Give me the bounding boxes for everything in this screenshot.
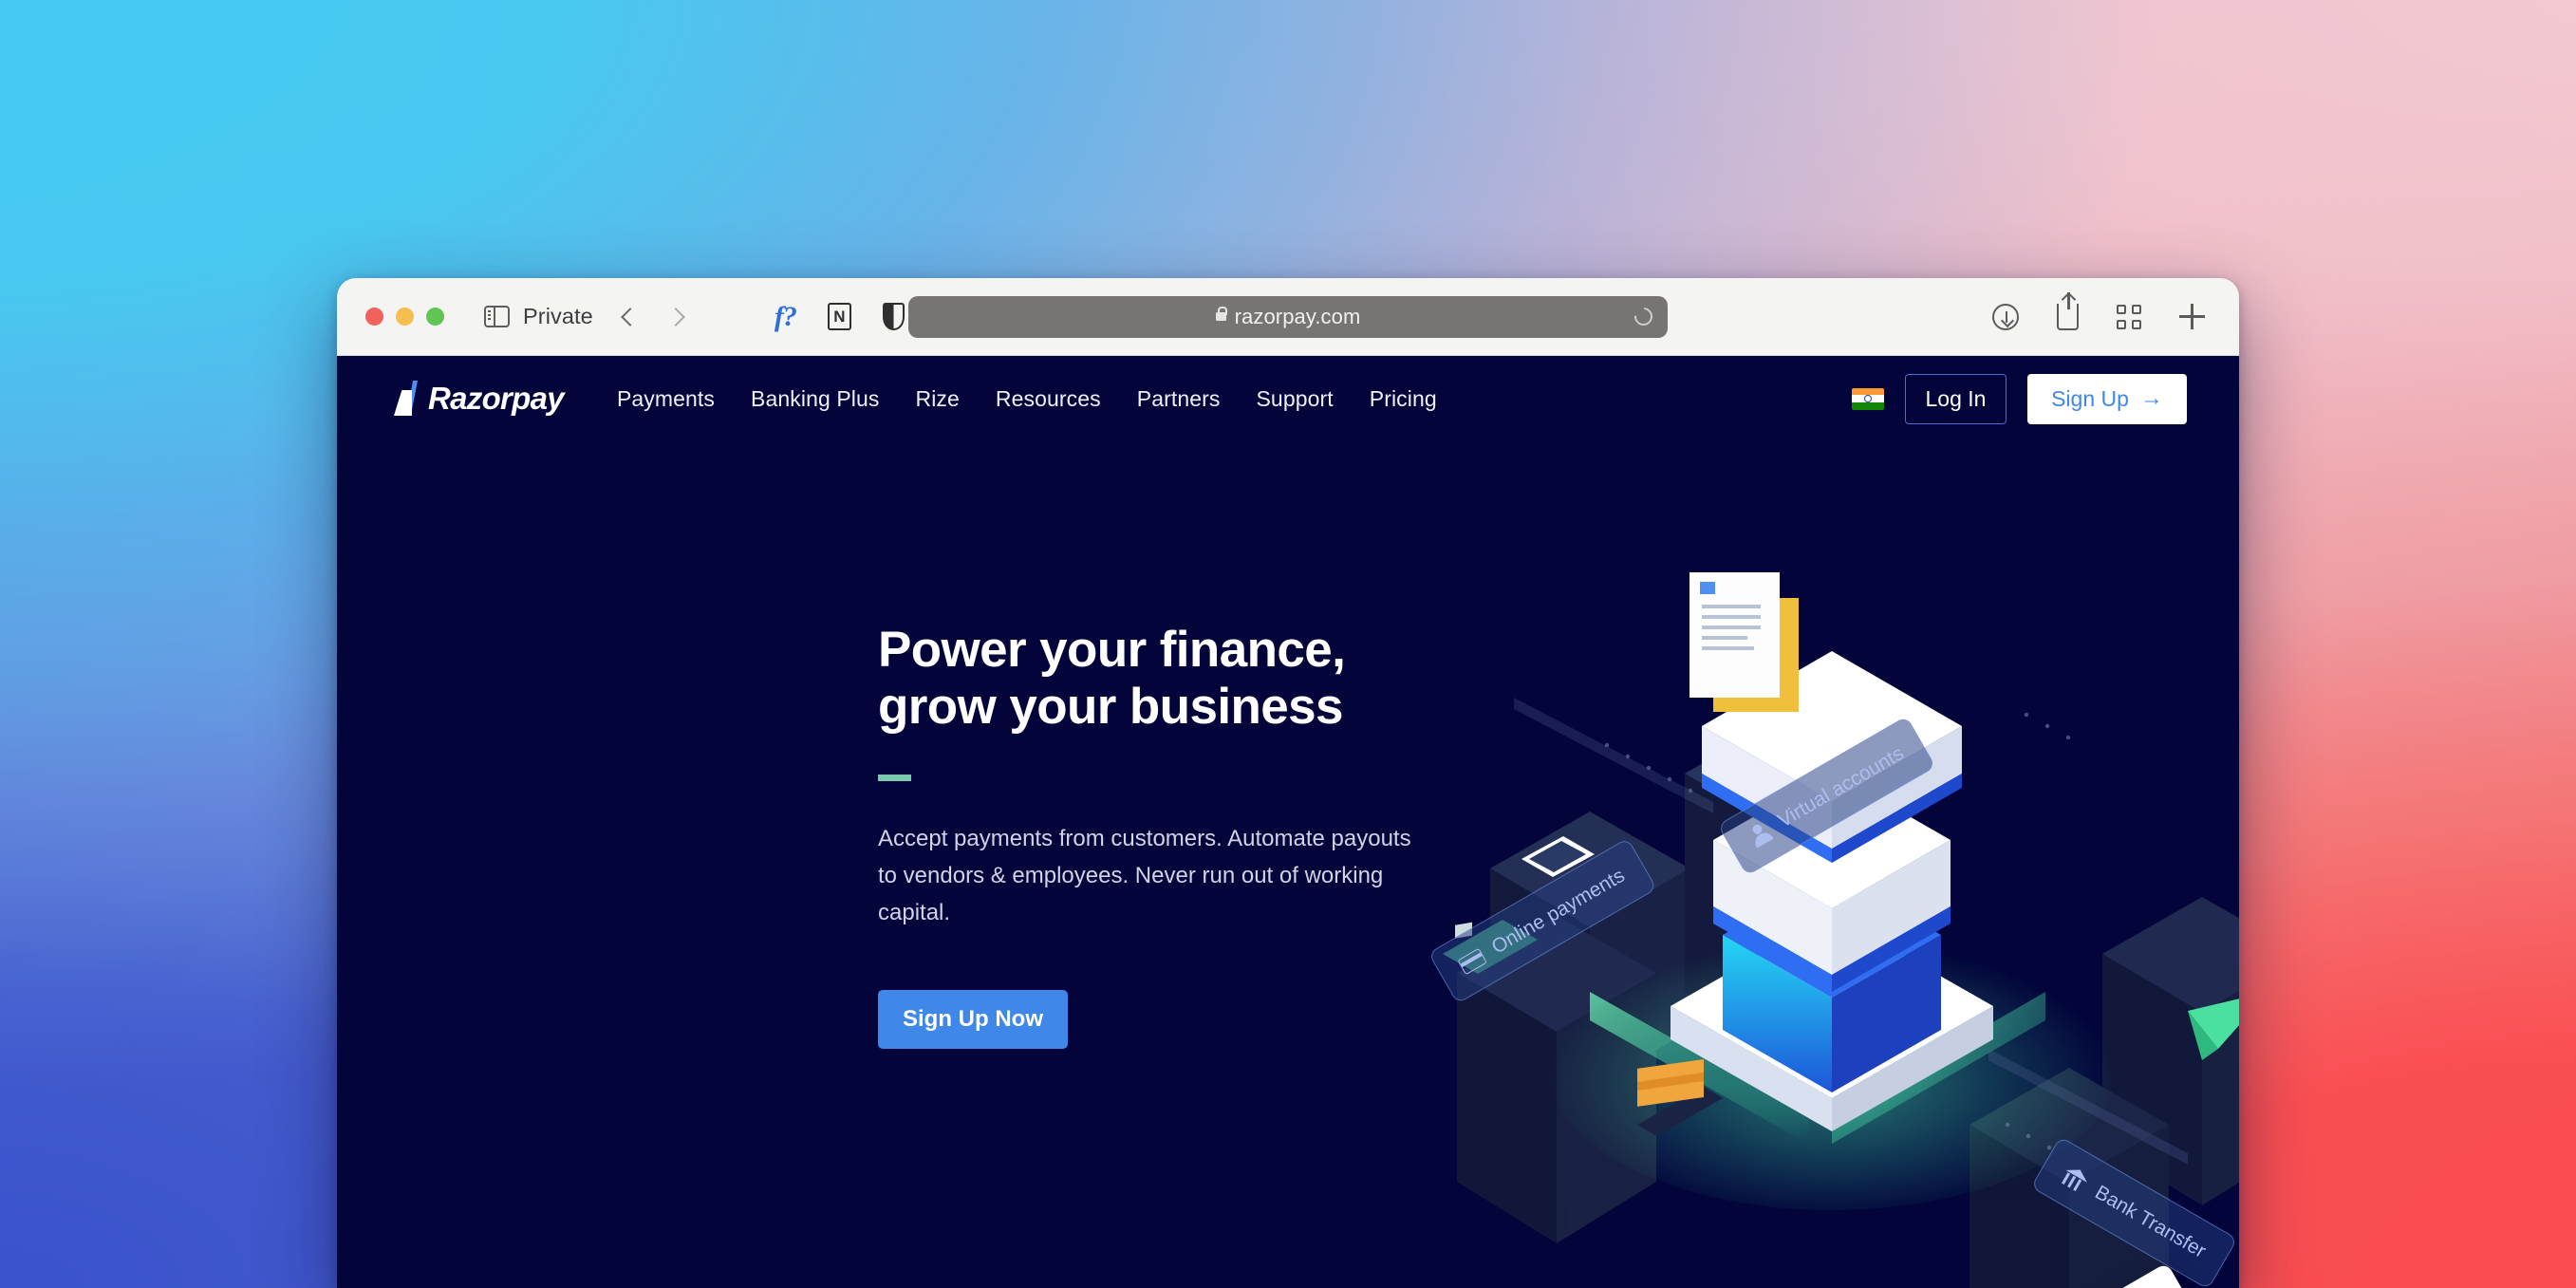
nav-item-payments[interactable]: Payments <box>617 386 715 412</box>
forward-button[interactable] <box>665 307 685 327</box>
sidebar-toggle-icon <box>484 306 510 327</box>
extension-icons: f? N <box>775 301 905 333</box>
razorpay-logo-icon <box>392 381 424 416</box>
lock-icon <box>1215 307 1228 321</box>
hero-section: Online payments Virtual accounts Bank Tr… <box>337 441 2239 1288</box>
hero-subtext: Accept payments from customers. Automate… <box>878 825 1411 925</box>
safari-browser-window: Private f? N razorpay.com Razorpay Payme… <box>337 278 2239 1288</box>
arrow-right-icon: → <box>2139 385 2163 411</box>
forward-chevron-icon <box>665 307 685 327</box>
headline-line-1: Power your finance, <box>878 622 1346 678</box>
maximize-window-button[interactable] <box>426 308 444 326</box>
login-button[interactable]: Log In <box>1905 373 2007 424</box>
browser-toolbar: Private f? N razorpay.com <box>337 278 2239 356</box>
signup-button-label: Sign Up <box>2051 385 2129 411</box>
hero-illustration <box>1400 460 2239 1288</box>
download-icon[interactable] <box>1992 303 2019 330</box>
nav-item-resources[interactable]: Resources <box>996 386 1101 412</box>
headline-line-2: grow your business <box>878 679 1343 736</box>
share-icon[interactable] <box>2057 291 2079 330</box>
sidebar-toggle-button[interactable]: Private <box>484 304 593 329</box>
signup-now-button[interactable]: Sign Up Now <box>878 990 1068 1050</box>
site-navigation-bar: Razorpay Payments Banking Plus Rize Reso… <box>337 356 2239 441</box>
private-browsing-label: Private <box>523 304 593 328</box>
navigation-arrows <box>620 307 685 327</box>
tab-overview-icon[interactable] <box>2117 304 2141 329</box>
accent-rule <box>878 774 911 781</box>
url-text: razorpay.com <box>1234 304 1361 328</box>
window-controls <box>365 308 444 326</box>
razorpay-wordmark: Razorpay <box>428 381 565 416</box>
nav-item-rize[interactable]: Rize <box>915 386 959 412</box>
back-button[interactable] <box>620 307 640 327</box>
nav-links: Payments Banking Plus Rize Resources Par… <box>617 386 1437 412</box>
notion-extension-icon[interactable]: N <box>827 303 851 330</box>
razorpay-logo[interactable]: Razorpay <box>392 381 565 417</box>
nav-item-banking-plus[interactable]: Banking Plus <box>751 386 879 412</box>
close-window-button[interactable] <box>365 308 383 326</box>
bank-icon <box>2059 1164 2091 1194</box>
minimize-window-button[interactable] <box>396 308 414 326</box>
formula-extension-icon[interactable]: f? <box>775 301 797 333</box>
address-bar[interactable]: razorpay.com <box>908 295 1668 338</box>
nav-actions: Log In Sign Up → <box>1852 373 2187 424</box>
hero-headline: Power your finance, grow your business <box>878 622 1466 737</box>
webpage-content: Razorpay Payments Banking Plus Rize Reso… <box>337 356 2239 1288</box>
back-chevron-icon <box>620 307 640 327</box>
nav-item-support[interactable]: Support <box>1256 386 1333 412</box>
nav-item-pricing[interactable]: Pricing <box>1370 386 1437 412</box>
hero-copy: Power your finance, grow your business A… <box>878 622 1466 1050</box>
new-tab-icon[interactable] <box>2179 304 2205 329</box>
india-flag-icon[interactable] <box>1852 387 1884 410</box>
nav-item-partners[interactable]: Partners <box>1137 386 1221 412</box>
person-icon <box>1745 820 1774 849</box>
reload-icon[interactable] <box>1631 304 1656 329</box>
toolbar-right-icons <box>1992 291 2214 330</box>
shield-extension-icon[interactable] <box>882 303 905 330</box>
signup-button[interactable]: Sign Up → <box>2027 373 2187 424</box>
